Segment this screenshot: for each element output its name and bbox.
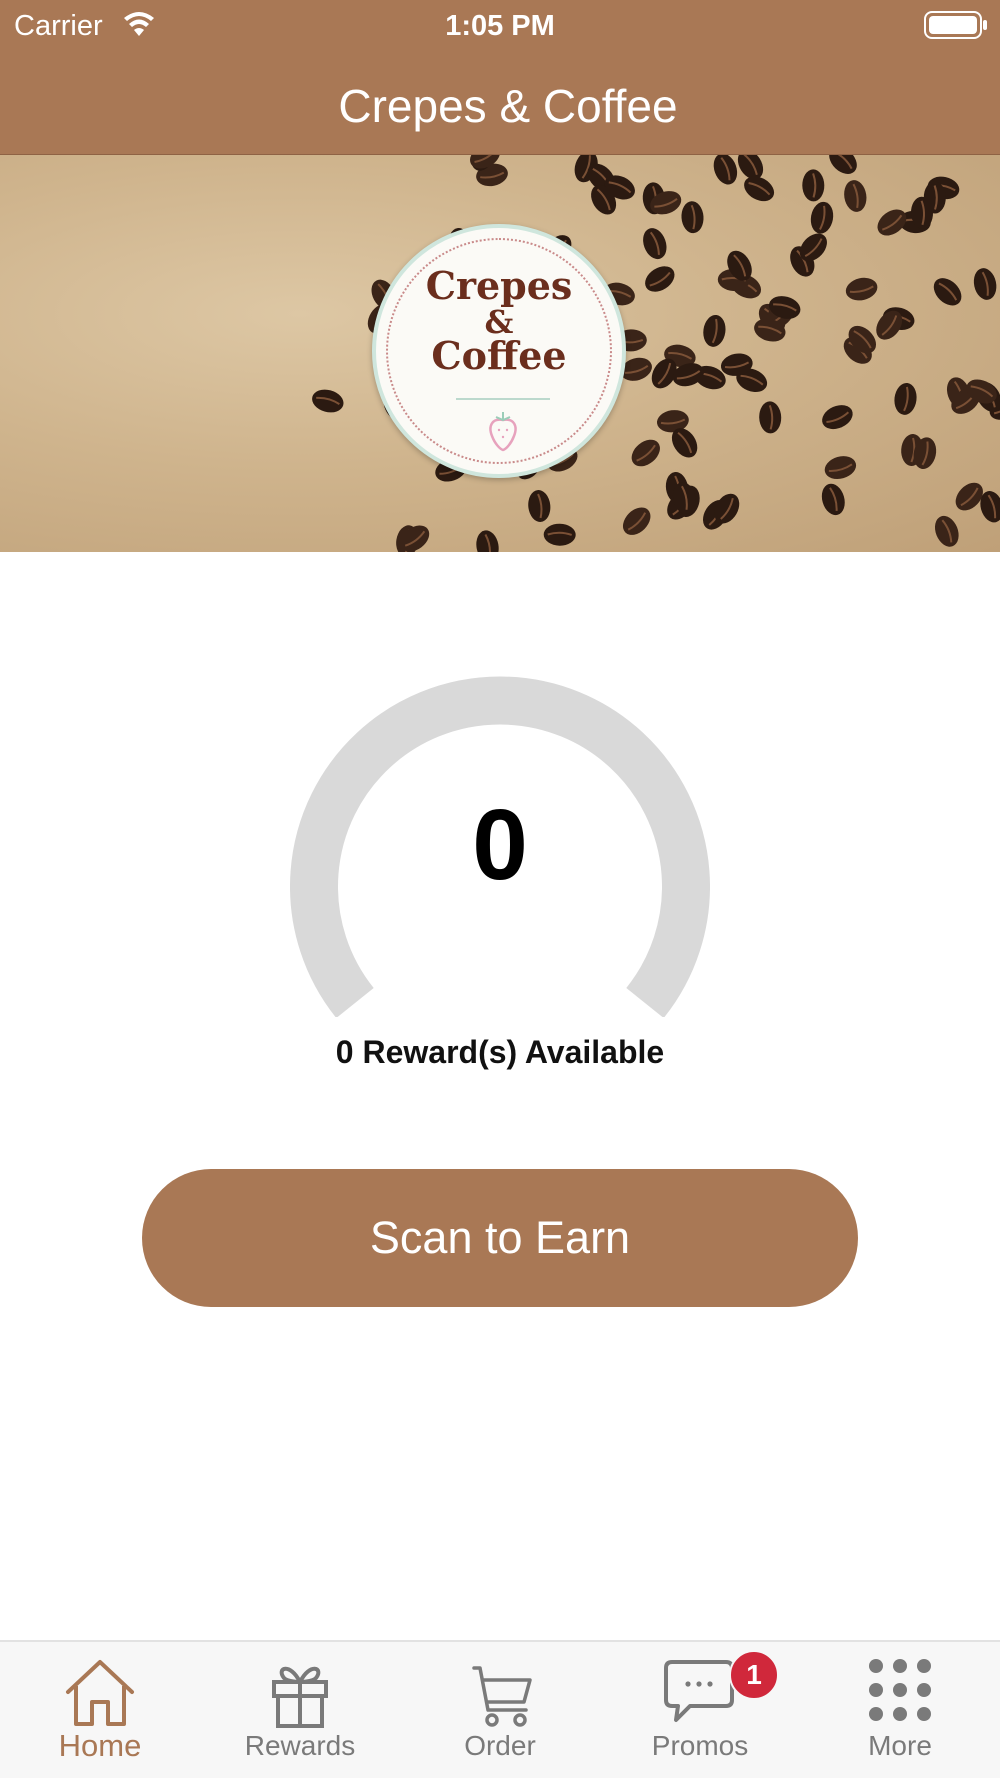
tab-bar: Home Rewards Order Promos More <box>0 1640 1000 1778</box>
chat-bubble-icon <box>664 1660 734 1722</box>
logo-divider <box>456 398 550 400</box>
coffee-bean <box>829 155 857 174</box>
coffee-bean <box>713 155 738 185</box>
brand-logo: Crepes & Coffee <box>372 224 626 478</box>
coffee-bean <box>759 401 782 434</box>
coffee-bean <box>824 456 857 480</box>
rewards-available-text: 0 Reward(s) Available <box>335 1034 665 1070</box>
coffee-bean <box>312 389 344 413</box>
strawberry-icon <box>489 412 517 452</box>
tab-more-label: More <box>868 1730 932 1761</box>
tab-more[interactable]: More <box>800 1642 1000 1778</box>
coffee-bean <box>845 277 878 301</box>
page-title: Crepes & Coffee <box>338 80 678 132</box>
coffee-bean <box>543 523 576 546</box>
promos-notification-badge: 1 <box>729 1650 779 1700</box>
gift-icon <box>272 1666 328 1728</box>
navigation-bar: Carrier 1:05 PM Crepes & Coffee <box>0 0 1000 155</box>
scan-to-earn-button[interactable]: Scan to Earn <box>142 1169 858 1307</box>
cart-icon <box>472 1666 532 1727</box>
coffee-bean <box>622 507 651 535</box>
coffee-bean <box>822 405 853 430</box>
home-icon <box>66 1660 134 1726</box>
tab-order[interactable]: Order <box>400 1642 600 1778</box>
coffee-bean <box>528 490 551 522</box>
tab-promos-label: Promos <box>651 1730 749 1761</box>
battery-icon <box>924 11 987 39</box>
tab-home[interactable]: Home <box>0 1642 200 1778</box>
coffee-bean <box>844 180 867 212</box>
coffee-bean <box>703 314 726 347</box>
coffee-bean <box>894 382 917 415</box>
tab-home-label: Home <box>58 1728 142 1763</box>
tab-order-label: Order <box>464 1730 536 1761</box>
coffee-bean <box>645 266 675 292</box>
logo-text-line3: Coffee <box>431 333 567 378</box>
coffee-bean <box>476 530 499 552</box>
coffee-bean <box>643 228 667 260</box>
grid-dots-icon <box>869 1659 931 1721</box>
coffee-bean <box>933 278 962 306</box>
coffee-bean <box>973 268 997 300</box>
coffee-bean <box>631 439 660 467</box>
coffee-bean <box>934 515 959 547</box>
tab-rewards[interactable]: Rewards <box>200 1642 400 1778</box>
coffee-bean <box>802 169 825 202</box>
coffee-bean <box>821 483 845 516</box>
logo-text-line1: Crepes <box>425 263 573 308</box>
app-screen: Carrier 1:05 PM Crepes & Coffee Crepes &… <box>0 0 1000 1778</box>
tab-rewards-label: Rewards <box>244 1730 356 1761</box>
reward-points-value: 0 <box>472 789 528 901</box>
coffee-bean <box>681 201 704 234</box>
coffee-bean <box>810 201 834 234</box>
status-time: 1:05 PM <box>445 10 555 42</box>
